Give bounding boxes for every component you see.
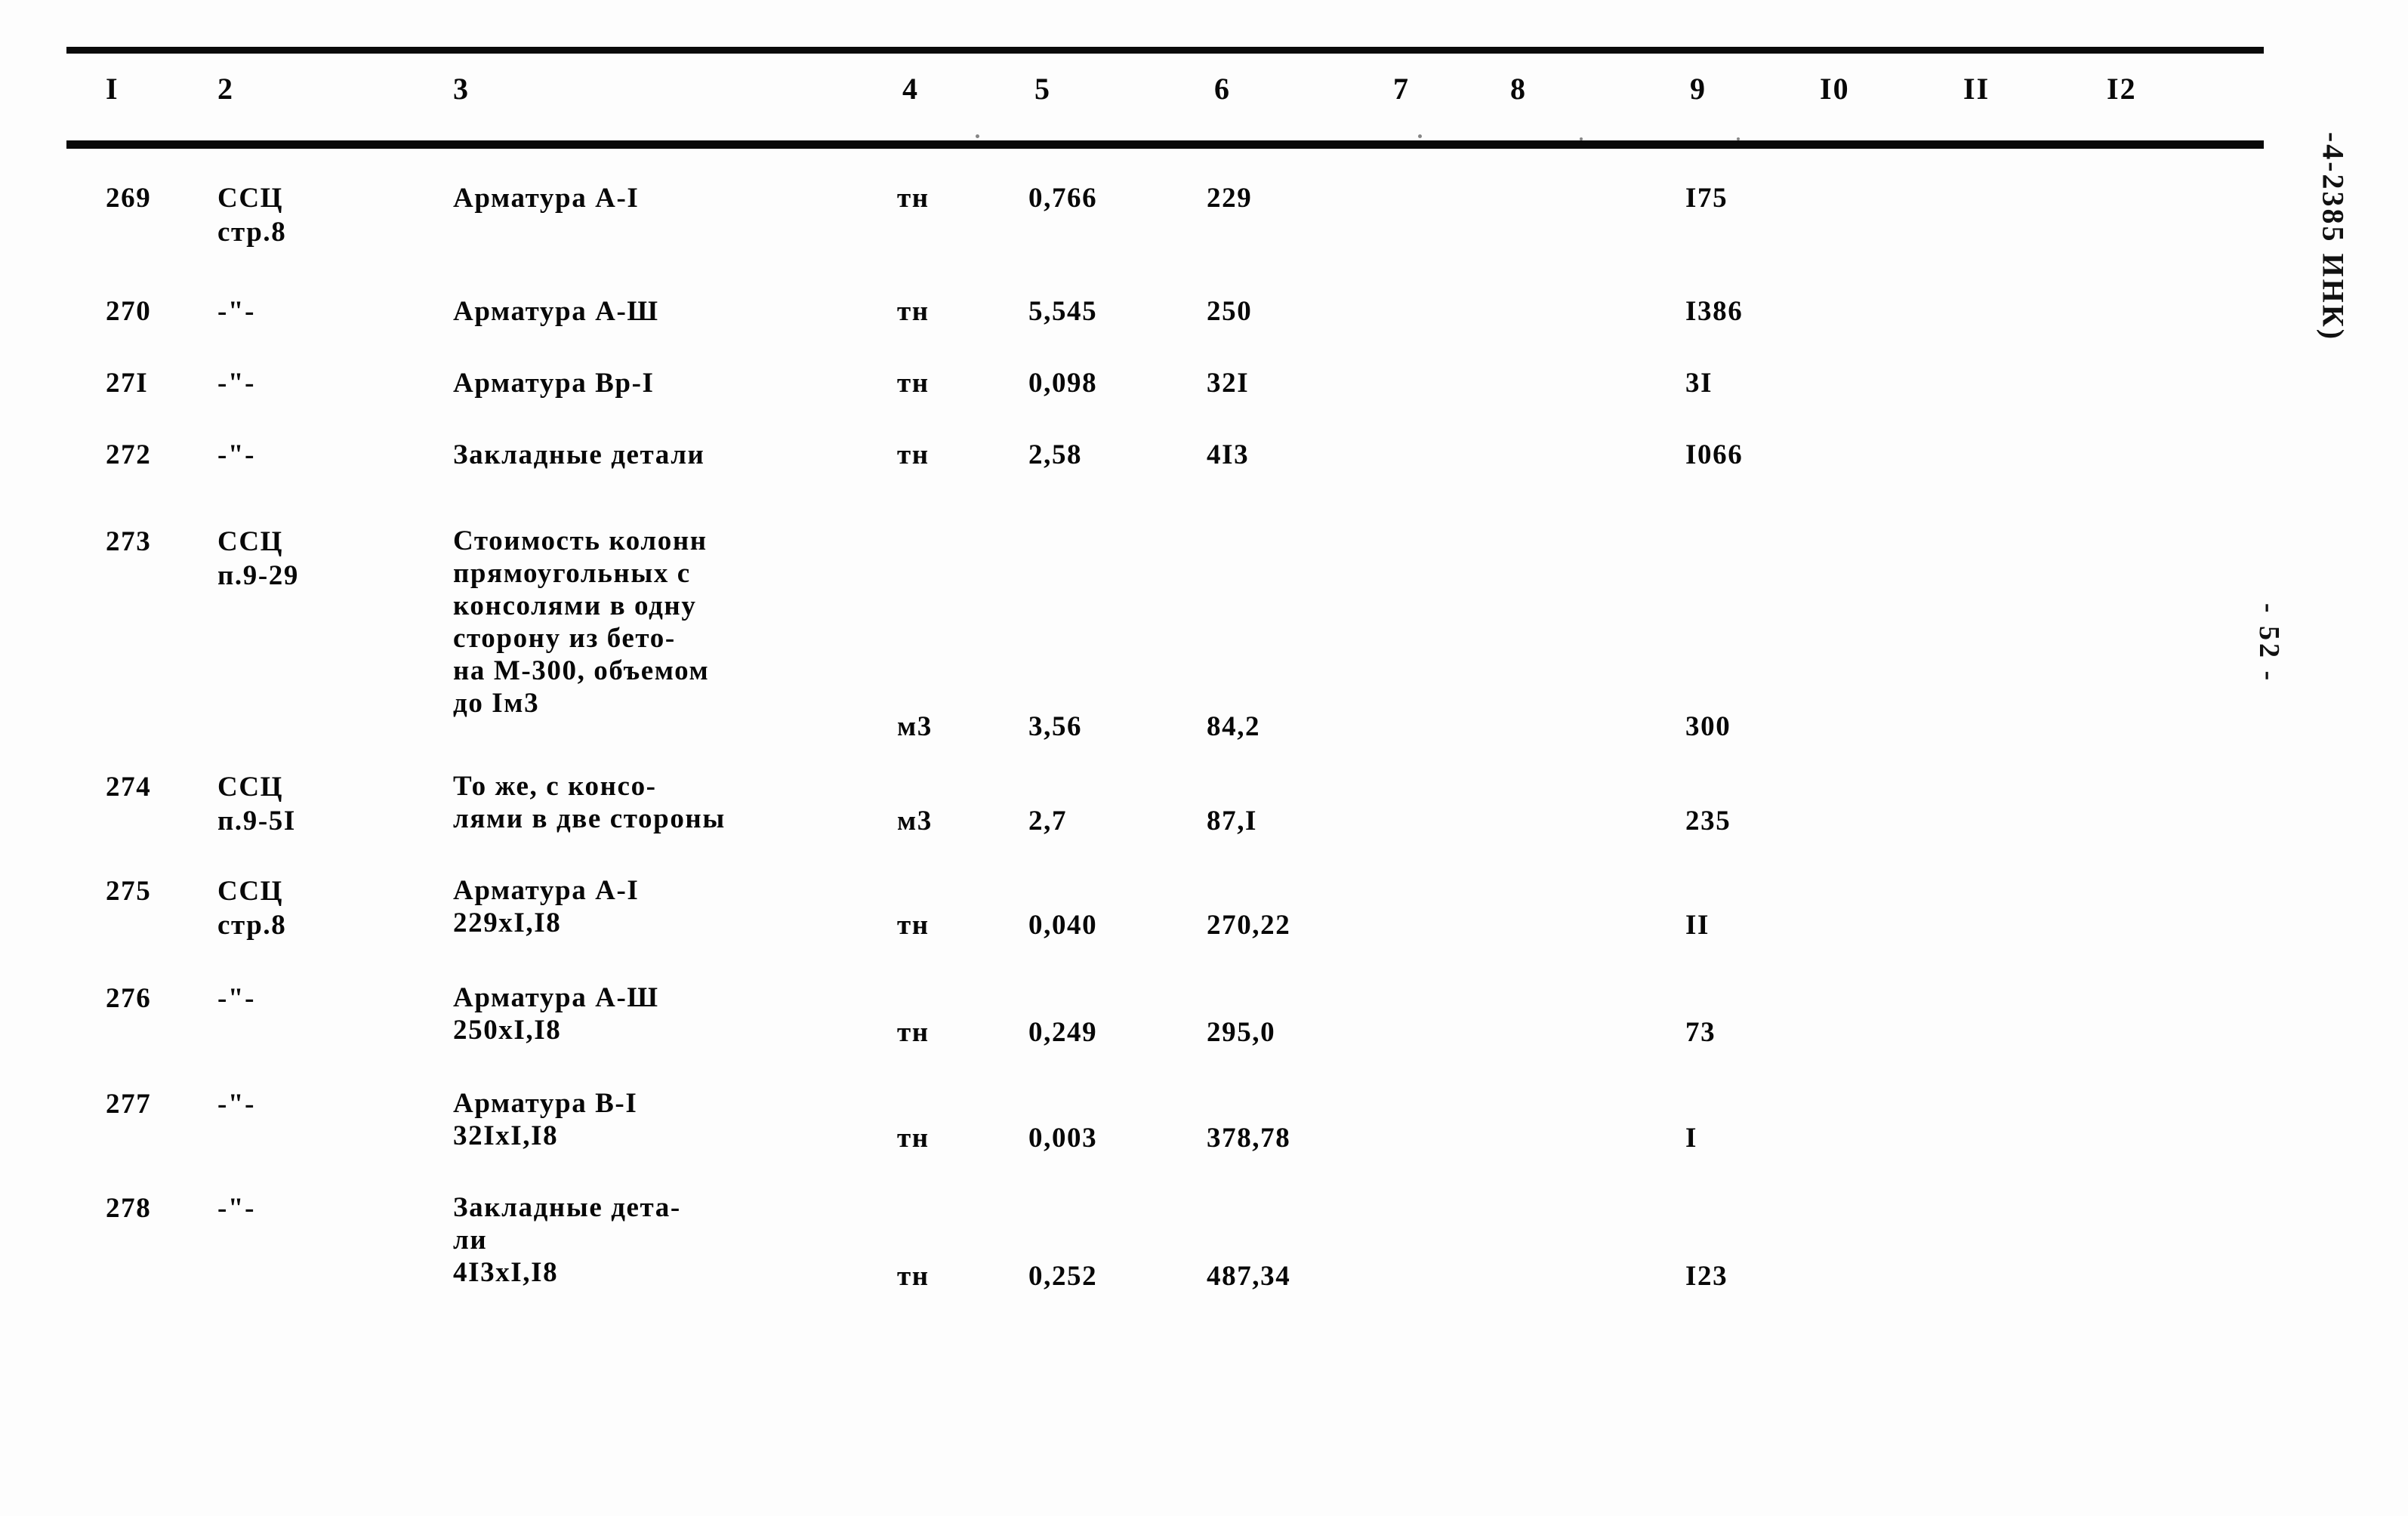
row-unit: тн (897, 296, 930, 327)
row-justification: ССЦ п.9-5I (217, 772, 296, 837)
row-price: 87,I (1207, 806, 1258, 837)
row-number: 273 (106, 526, 152, 557)
row-unit: тн (897, 439, 930, 470)
row-description: Арматура В-I 32IхI,I8 (453, 1088, 638, 1151)
row-quantity: 0,003 (1028, 1123, 1098, 1154)
row-unit: тн (897, 183, 930, 214)
row-unit: тн (897, 910, 930, 941)
column-header-12: I2 (2107, 72, 2137, 106)
row-price: 32I (1207, 368, 1250, 399)
column-header-10: I0 (1820, 72, 1850, 106)
row-price: 295,0 (1207, 1017, 1276, 1048)
row-description: Арматура А-Ш (453, 296, 659, 327)
row-description: То же, с консо- лями в две стороны (453, 771, 726, 834)
row-number: 270 (106, 296, 152, 327)
table-header-rule (66, 140, 2264, 149)
row-justification: -"- (217, 983, 255, 1014)
column-header-2: 2 (217, 72, 234, 106)
row-quantity: 0,252 (1028, 1261, 1098, 1292)
row-justification: -"- (217, 296, 255, 327)
row-total: 3I (1685, 368, 1713, 399)
row-number: 276 (106, 983, 152, 1014)
scan-speck (1737, 137, 1740, 140)
row-quantity: 2,7 (1028, 806, 1068, 837)
row-total: 300 (1685, 711, 1731, 742)
row-unit: тн (897, 368, 930, 399)
row-number: 27I (106, 368, 149, 399)
column-header-5: 5 (1034, 72, 1051, 106)
row-number: 275 (106, 876, 152, 907)
scan-speck (976, 134, 979, 138)
column-header-1: I (106, 72, 119, 106)
row-price: 4I3 (1207, 439, 1250, 470)
row-price: 84,2 (1207, 711, 1261, 742)
row-total: 235 (1685, 806, 1731, 837)
margin-archive-stamp: -4-2385 ИНК) (2316, 131, 2351, 342)
row-description: Закладные детали (453, 439, 705, 470)
row-description: Арматура А-I (453, 183, 640, 214)
row-total: I066 (1685, 439, 1744, 470)
row-number: 278 (106, 1193, 152, 1224)
row-total: I (1685, 1123, 1697, 1154)
row-quantity: 0,098 (1028, 368, 1098, 399)
row-price: 270,22 (1207, 910, 1291, 941)
row-quantity: 0,249 (1028, 1017, 1098, 1048)
row-total: I386 (1685, 296, 1744, 327)
scan-speck (1418, 134, 1422, 138)
row-unit: м3 (897, 711, 933, 742)
row-description: Арматура А-I 229хI,I8 (453, 875, 640, 938)
row-number: 277 (106, 1089, 152, 1120)
row-total: I75 (1685, 183, 1728, 214)
row-unit: м3 (897, 806, 933, 837)
row-price: 487,34 (1207, 1261, 1291, 1292)
row-description: Арматура Вр-I (453, 368, 655, 399)
row-number: 269 (106, 183, 152, 214)
row-justification: -"- (217, 1089, 255, 1120)
row-quantity: 0,040 (1028, 910, 1098, 941)
row-justification: -"- (217, 1193, 255, 1224)
row-unit: тн (897, 1261, 930, 1292)
row-price: 250 (1207, 296, 1253, 327)
row-unit: тн (897, 1123, 930, 1154)
row-total: II (1685, 910, 1710, 941)
row-number: 272 (106, 439, 152, 470)
row-justification: ССЦ п.9-29 (217, 526, 299, 591)
row-quantity: 3,56 (1028, 711, 1083, 742)
margin-page-number: - 52 - (2253, 602, 2285, 684)
column-header-4: 4 (902, 72, 919, 106)
row-description: Закладные дета- ли 4I3хI,I8 (453, 1192, 681, 1288)
row-unit: тн (897, 1017, 930, 1048)
row-number: 274 (106, 772, 152, 803)
row-quantity: 2,58 (1028, 439, 1083, 470)
column-header-3: 3 (453, 72, 470, 106)
column-header-7: 7 (1393, 72, 1410, 106)
row-price: 378,78 (1207, 1123, 1291, 1154)
column-header-11: II (1963, 72, 1990, 106)
row-quantity: 5,545 (1028, 296, 1098, 327)
row-justification: -"- (217, 368, 255, 399)
row-total: I23 (1685, 1261, 1728, 1292)
row-justification: -"- (217, 439, 255, 470)
scanned-page: I 2 3 4 5 6 7 8 9 I0 II I2 269 ССЦ стр.8… (0, 0, 2408, 1516)
table-top-rule (66, 47, 2264, 54)
row-quantity: 0,766 (1028, 183, 1098, 214)
row-price: 229 (1207, 183, 1253, 214)
column-header-8: 8 (1510, 72, 1527, 106)
row-justification: ССЦ стр.8 (217, 183, 287, 248)
column-header-6: 6 (1214, 72, 1231, 106)
row-justification: ССЦ стр.8 (217, 876, 287, 941)
row-description: Арматура А-Ш 250хI,I8 (453, 982, 659, 1046)
scan-speck (1580, 137, 1583, 140)
row-total: 73 (1685, 1017, 1716, 1048)
row-description: Стоимость колонн прямоугольных с консоля… (453, 525, 710, 719)
